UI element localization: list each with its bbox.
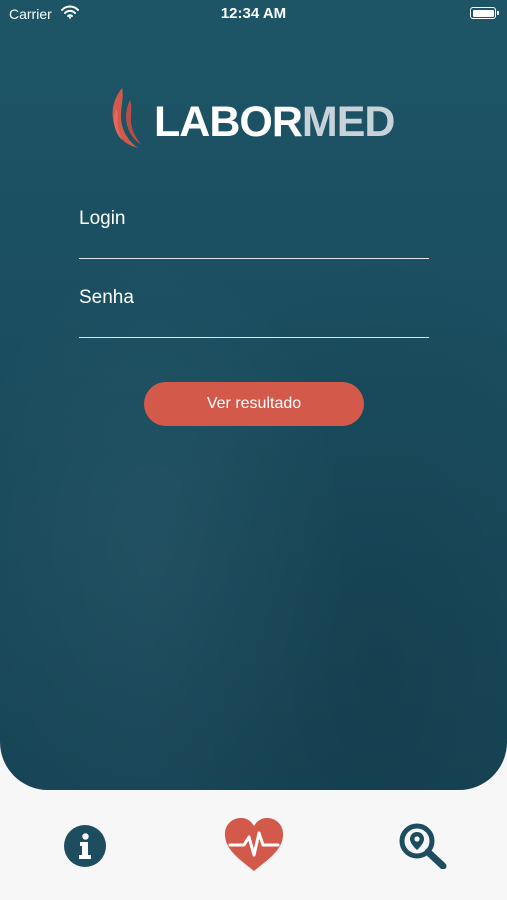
- login-field: [79, 194, 429, 259]
- password-input[interactable]: [79, 273, 429, 323]
- login-input[interactable]: [79, 194, 429, 244]
- tab-location-search[interactable]: [398, 823, 448, 870]
- brand-name-part2: MED: [301, 98, 396, 146]
- brand-wordmark: LABORMED: [154, 98, 396, 147]
- brand-name-part1: LABOR: [154, 98, 303, 146]
- view-result-button[interactable]: Ver resultado: [144, 382, 364, 426]
- status-bar: Carrier 12:34 AM: [0, 0, 507, 28]
- info-icon: [64, 825, 106, 867]
- location-search-icon: [399, 823, 447, 870]
- flame-logo-icon: [112, 88, 141, 148]
- tab-info[interactable]: [63, 824, 107, 868]
- heart-pulse-icon: [224, 818, 284, 871]
- tab-results[interactable]: [222, 817, 286, 873]
- battery-icon: [470, 7, 499, 19]
- login-background: Carrier 12:34 AM LABORMED Ver resultado: [0, 0, 507, 790]
- status-time: 12:34 AM: [220, 5, 287, 22]
- password-field: [79, 273, 429, 338]
